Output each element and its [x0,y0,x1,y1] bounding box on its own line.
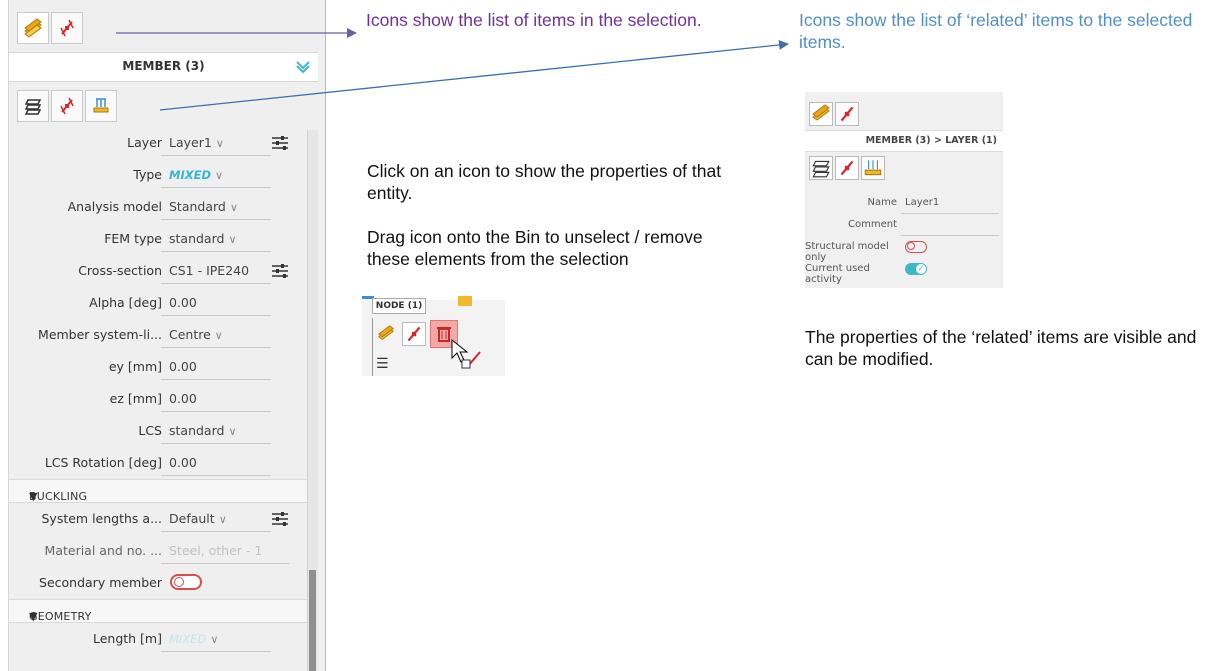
check-icon: ✓ [916,264,926,274]
member-stack-icon[interactable] [809,102,833,126]
related-items-screenshot: MEMBER (3) > LAYER (1) Name Layer1 Comme… [805,92,1003,288]
related-row[interactable]: Name Layer1 [805,194,1003,216]
member-stack-icon[interactable] [376,324,396,348]
related-row[interactable]: Structural model only [805,238,1003,263]
node-icon[interactable] [835,156,859,180]
node-icon[interactable] [402,322,426,346]
related-label: Comment [848,219,897,230]
related-row[interactable]: Comment [805,216,1003,238]
structural-model-toggle[interactable] [905,241,927,253]
drag-icon-note: Drag icon onto the Bin to unselect / rem… [367,227,703,269]
related-icons-note: Icons show the list of ‘related’ items t… [799,10,1193,52]
node-tooltip: NODE (1) [372,298,426,314]
current-activity-toggle[interactable]: ✓ [905,263,927,275]
selection-icons-note: Icons show the list of items in the sele… [366,10,702,30]
layers-icon[interactable] [809,156,833,180]
related-title: MEMBER (3) > LAYER (1) [865,135,997,146]
click-icon-note: Click on an icon to show the properties … [367,161,722,203]
menu-icon[interactable]: ☰ [376,356,389,372]
related-label: Current used activity [805,263,870,285]
drag-to-bin-screenshot: NODE (1) ☰ [362,292,505,376]
load-panel-icon [458,296,472,306]
drag-cursor-icon [451,338,481,369]
node-icon[interactable] [835,102,859,126]
related-arrow [159,39,789,111]
related-row[interactable]: Current used activity ✓ [805,260,1003,285]
load-panel-icon[interactable] [861,156,885,180]
related-value[interactable]: Layer1 [905,197,939,208]
related-props-note: The properties of the ‘related’ items ar… [805,327,1197,369]
related-label: Name [867,197,897,208]
